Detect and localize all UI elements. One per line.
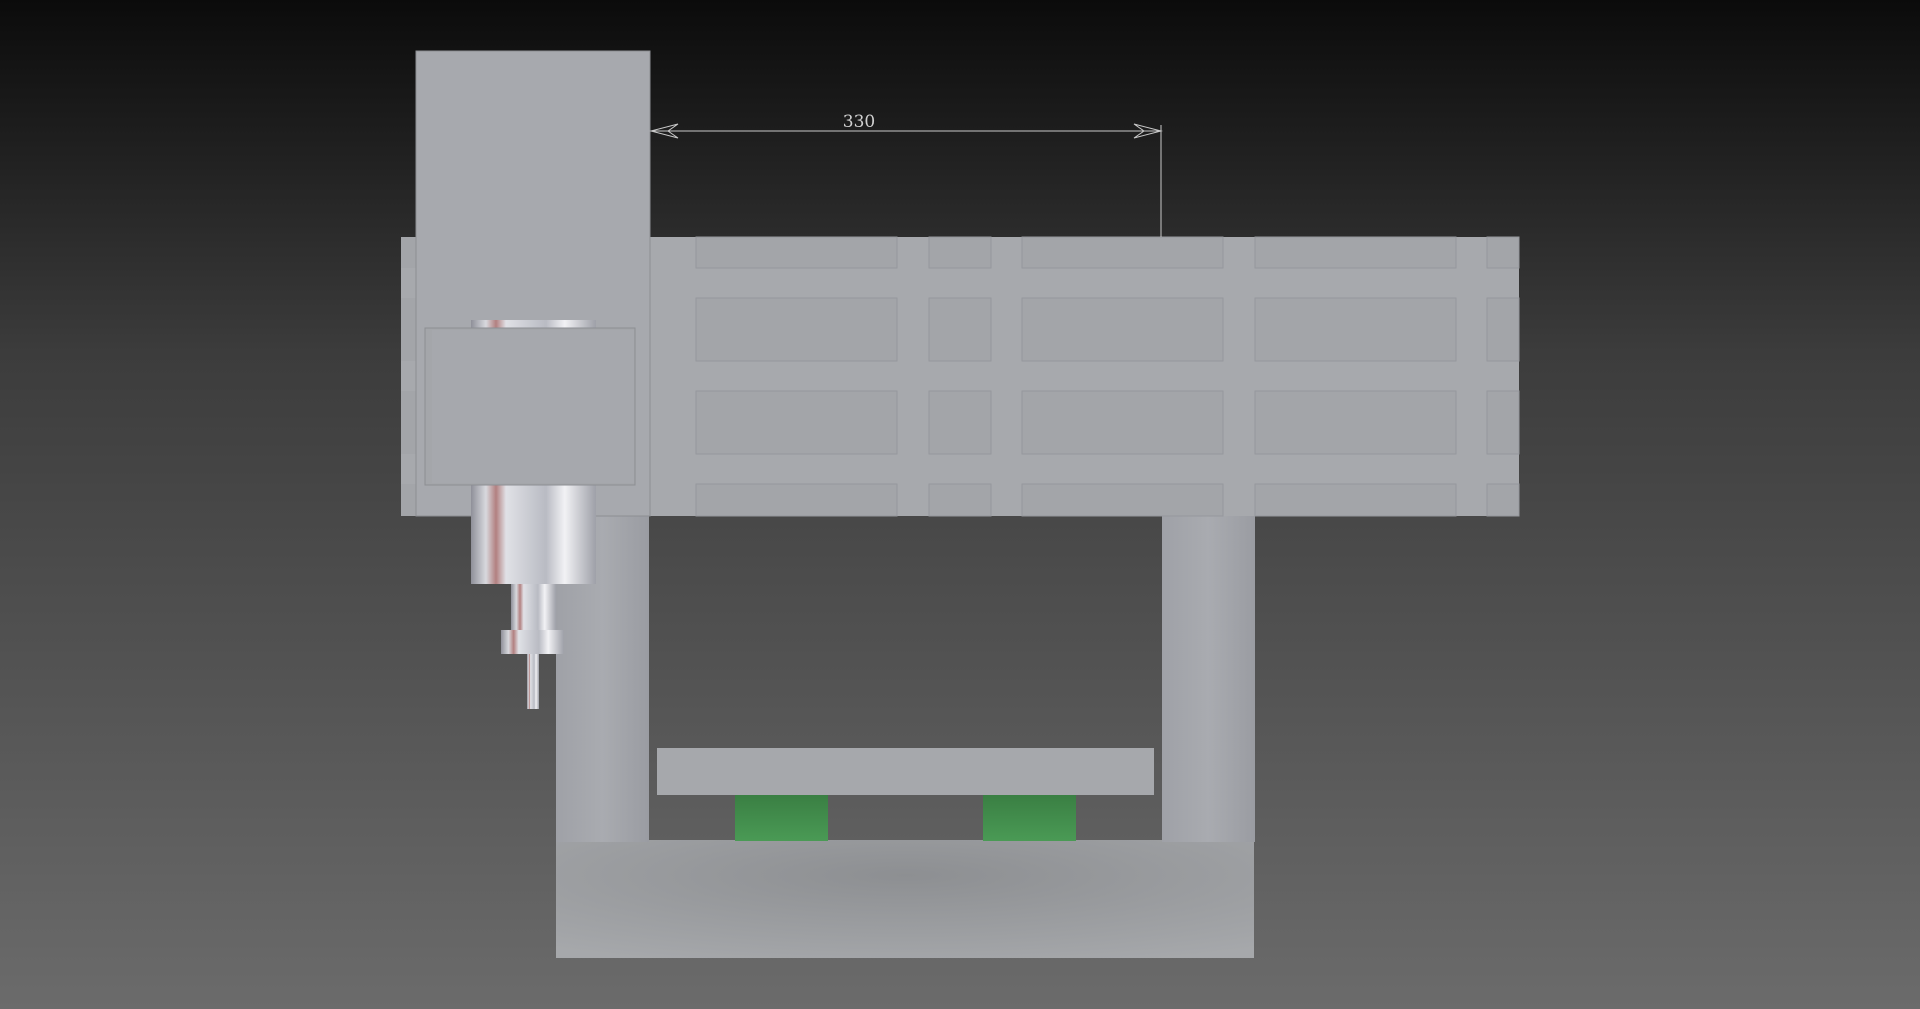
beam-panel bbox=[928, 390, 992, 455]
beam-panel bbox=[1486, 483, 1520, 517]
beam-panel-edge bbox=[401, 237, 416, 268]
beam-panel-edge bbox=[401, 298, 416, 361]
beam-panel bbox=[1021, 236, 1224, 269]
right-column bbox=[1162, 515, 1255, 842]
rail-block-right bbox=[983, 795, 1076, 841]
beam-panel bbox=[1486, 236, 1520, 269]
spindle-body bbox=[471, 482, 596, 584]
work-table bbox=[657, 748, 1154, 795]
cutting-tool bbox=[527, 654, 539, 709]
beam-panel bbox=[695, 236, 898, 269]
beam-panel bbox=[1254, 390, 1457, 455]
beam-panel bbox=[1254, 483, 1457, 517]
beam-panel bbox=[1486, 297, 1520, 362]
beam-panel-edge bbox=[401, 391, 416, 454]
beam-panel bbox=[1021, 297, 1224, 362]
dimension-value: 330 bbox=[843, 112, 875, 132]
spindle-nose bbox=[511, 584, 556, 632]
beam-panel bbox=[928, 297, 992, 362]
cnc-machine-front-view: 330 bbox=[0, 0, 1920, 1009]
beam-panel bbox=[1486, 390, 1520, 455]
beam-panel bbox=[928, 236, 992, 269]
beam-panel bbox=[695, 483, 898, 517]
machine-base bbox=[556, 840, 1254, 958]
rail-block-left bbox=[735, 795, 828, 841]
beam-panel bbox=[1254, 236, 1457, 269]
beam-panel bbox=[1021, 390, 1224, 455]
beam-panel-edge bbox=[401, 484, 416, 516]
beam-panel bbox=[1021, 483, 1224, 517]
beam-panel bbox=[695, 297, 898, 362]
beam-panel bbox=[1254, 297, 1457, 362]
beam-panel bbox=[695, 390, 898, 455]
beam-panel bbox=[928, 483, 992, 517]
spindle-mount-face bbox=[432, 330, 634, 483]
tool-collet bbox=[501, 630, 564, 654]
